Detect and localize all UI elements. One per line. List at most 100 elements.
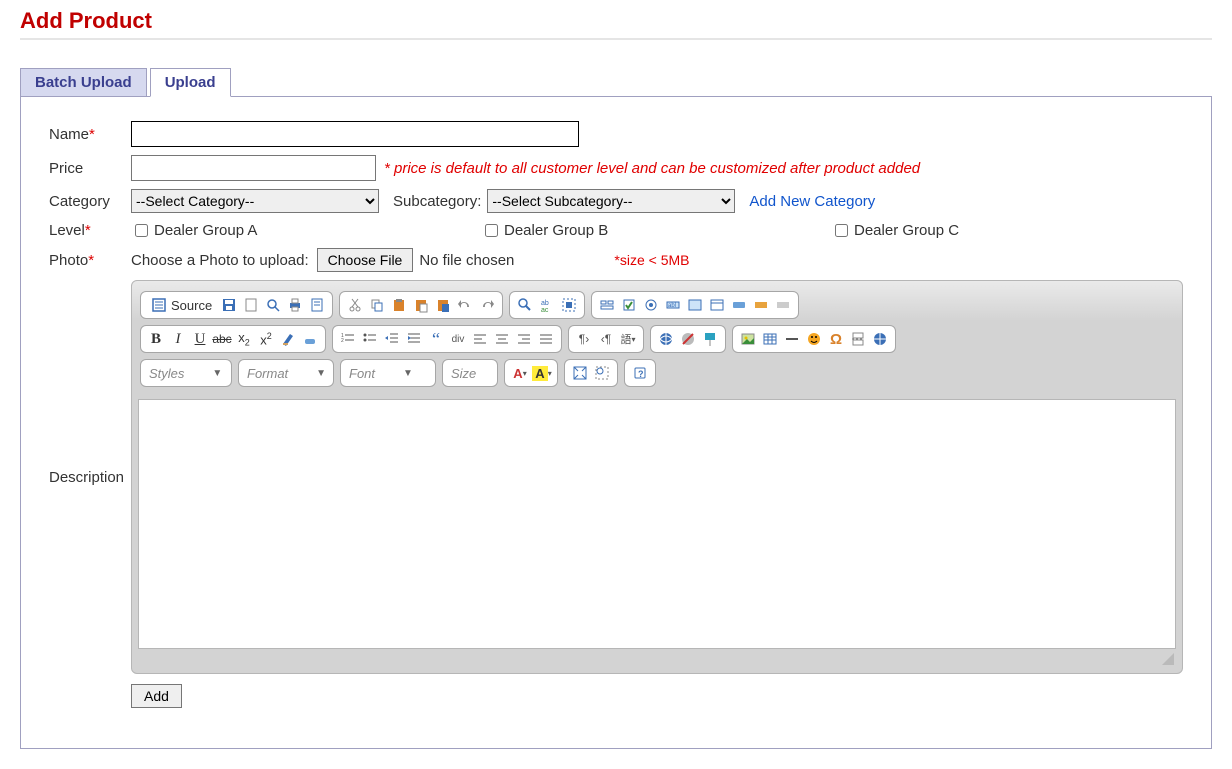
checkbox-icon[interactable] xyxy=(618,294,640,316)
subscript-icon[interactable]: x2 xyxy=(233,328,255,350)
level-label: Level* xyxy=(49,222,131,239)
numbered-list-icon[interactable]: 12 xyxy=(337,328,359,350)
ltr-icon[interactable]: ¶› xyxy=(573,328,595,350)
bg-color-icon[interactable]: A▾ xyxy=(531,362,553,384)
dealer-a-checkbox[interactable] xyxy=(135,224,148,237)
hidden-field-icon[interactable] xyxy=(772,294,794,316)
tabs: Batch Upload Upload xyxy=(20,68,1212,97)
replace-icon[interactable]: abac xyxy=(536,294,558,316)
superscript-icon[interactable]: x2 xyxy=(255,328,277,350)
dealer-b-checkbox[interactable] xyxy=(485,224,498,237)
eraser-icon[interactable] xyxy=(299,328,321,350)
dealer-b-option[interactable]: Dealer Group B xyxy=(481,221,831,240)
textfield-icon[interactable]: abl xyxy=(662,294,684,316)
radio-icon[interactable] xyxy=(640,294,662,316)
rte-content-area[interactable] xyxy=(138,399,1176,649)
rich-text-editor: Source xyxy=(131,280,1183,674)
description-label: Description xyxy=(49,469,131,486)
paste-icon[interactable] xyxy=(388,294,410,316)
align-center-icon[interactable] xyxy=(491,328,513,350)
page-title: Add Product xyxy=(20,8,1212,40)
size-dropdown[interactable]: Size▼ xyxy=(442,359,498,387)
table-icon[interactable] xyxy=(759,328,781,350)
tab-upload[interactable]: Upload xyxy=(150,68,231,97)
about-icon[interactable]: ? xyxy=(629,362,651,384)
paste-word-icon[interactable] xyxy=(432,294,454,316)
photo-label: Photo* xyxy=(49,252,131,269)
hr-icon[interactable] xyxy=(781,328,803,350)
link-icon[interactable] xyxy=(655,328,677,350)
find-icon[interactable] xyxy=(514,294,536,316)
smiley-icon[interactable] xyxy=(803,328,825,350)
show-blocks-icon[interactable] xyxy=(591,362,613,384)
new-page-icon[interactable] xyxy=(240,294,262,316)
photo-prompt: Choose a Photo to upload: xyxy=(131,252,309,269)
svg-text:2: 2 xyxy=(341,338,344,344)
price-note: * price is default to all customer level… xyxy=(384,160,920,177)
language-icon[interactable]: 語▾ xyxy=(617,328,639,350)
select-field-icon[interactable] xyxy=(706,294,728,316)
italic-icon[interactable]: I xyxy=(167,328,189,350)
select-all-icon[interactable] xyxy=(558,294,580,316)
rtl-icon[interactable]: ‹¶ xyxy=(595,328,617,350)
print-icon[interactable] xyxy=(284,294,306,316)
font-dropdown[interactable]: Font▼ xyxy=(340,359,436,387)
rte-source-button[interactable]: Source xyxy=(145,294,218,316)
bullet-list-icon[interactable] xyxy=(359,328,381,350)
special-char-icon[interactable]: Ω xyxy=(825,328,847,350)
bold-icon[interactable]: B xyxy=(145,328,167,350)
name-label: Name* xyxy=(49,126,131,143)
page-break-icon[interactable] xyxy=(847,328,869,350)
indent-icon[interactable] xyxy=(403,328,425,350)
text-color-icon[interactable]: A▾ xyxy=(509,362,531,384)
preview-icon[interactable] xyxy=(262,294,284,316)
svg-text:?: ? xyxy=(638,369,644,379)
underline-icon[interactable]: U xyxy=(189,328,211,350)
form-icon[interactable] xyxy=(596,294,618,316)
iframe-icon[interactable] xyxy=(869,328,891,350)
svg-text:ac: ac xyxy=(541,307,549,313)
name-input[interactable] xyxy=(131,121,579,147)
svg-text:ab: ab xyxy=(541,300,549,307)
outdent-icon[interactable] xyxy=(381,328,403,350)
format-dropdown[interactable]: Format▼ xyxy=(238,359,334,387)
save-icon[interactable] xyxy=(218,294,240,316)
styles-dropdown[interactable]: Styles▼ xyxy=(140,359,232,387)
align-left-icon[interactable] xyxy=(469,328,491,350)
subcategory-select[interactable]: --Select Subcategory-- xyxy=(487,189,735,213)
textarea-icon[interactable] xyxy=(684,294,706,316)
rte-resize-handle[interactable] xyxy=(138,649,1176,667)
redo-icon[interactable] xyxy=(476,294,498,316)
copy-icon[interactable] xyxy=(366,294,388,316)
dealer-a-option[interactable]: Dealer Group A xyxy=(131,221,481,240)
price-label: Price xyxy=(49,160,131,177)
unlink-icon[interactable] xyxy=(677,328,699,350)
add-button[interactable]: Add xyxy=(131,684,182,708)
maximize-icon[interactable] xyxy=(569,362,591,384)
paste-text-icon[interactable] xyxy=(410,294,432,316)
templates-icon[interactable] xyxy=(306,294,328,316)
align-right-icon[interactable] xyxy=(513,328,535,350)
upload-panel: Name* Price * price is default to all cu… xyxy=(20,96,1212,749)
button-field-icon[interactable] xyxy=(728,294,750,316)
image-button-icon[interactable] xyxy=(750,294,772,316)
dealer-c-option[interactable]: Dealer Group C xyxy=(831,221,959,240)
image-icon[interactable] xyxy=(737,328,759,350)
tab-batch-upload[interactable]: Batch Upload xyxy=(20,68,147,97)
div-icon[interactable]: div xyxy=(447,328,469,350)
undo-icon[interactable] xyxy=(454,294,476,316)
strike-icon[interactable]: abc xyxy=(211,328,233,350)
category-label: Category xyxy=(49,193,131,210)
blockquote-icon[interactable]: “ xyxy=(425,328,447,350)
dealer-c-checkbox[interactable] xyxy=(835,224,848,237)
choose-file-button[interactable]: Choose File xyxy=(317,248,414,272)
anchor-icon[interactable] xyxy=(699,328,721,350)
price-input[interactable] xyxy=(131,155,376,181)
add-category-link[interactable]: Add New Category xyxy=(749,193,875,210)
remove-format-icon[interactable] xyxy=(277,328,299,350)
file-status: No file chosen xyxy=(419,252,514,269)
cut-icon[interactable] xyxy=(344,294,366,316)
photo-size-note: *size < 5MB xyxy=(614,252,689,268)
category-select[interactable]: --Select Category-- xyxy=(131,189,379,213)
align-justify-icon[interactable] xyxy=(535,328,557,350)
